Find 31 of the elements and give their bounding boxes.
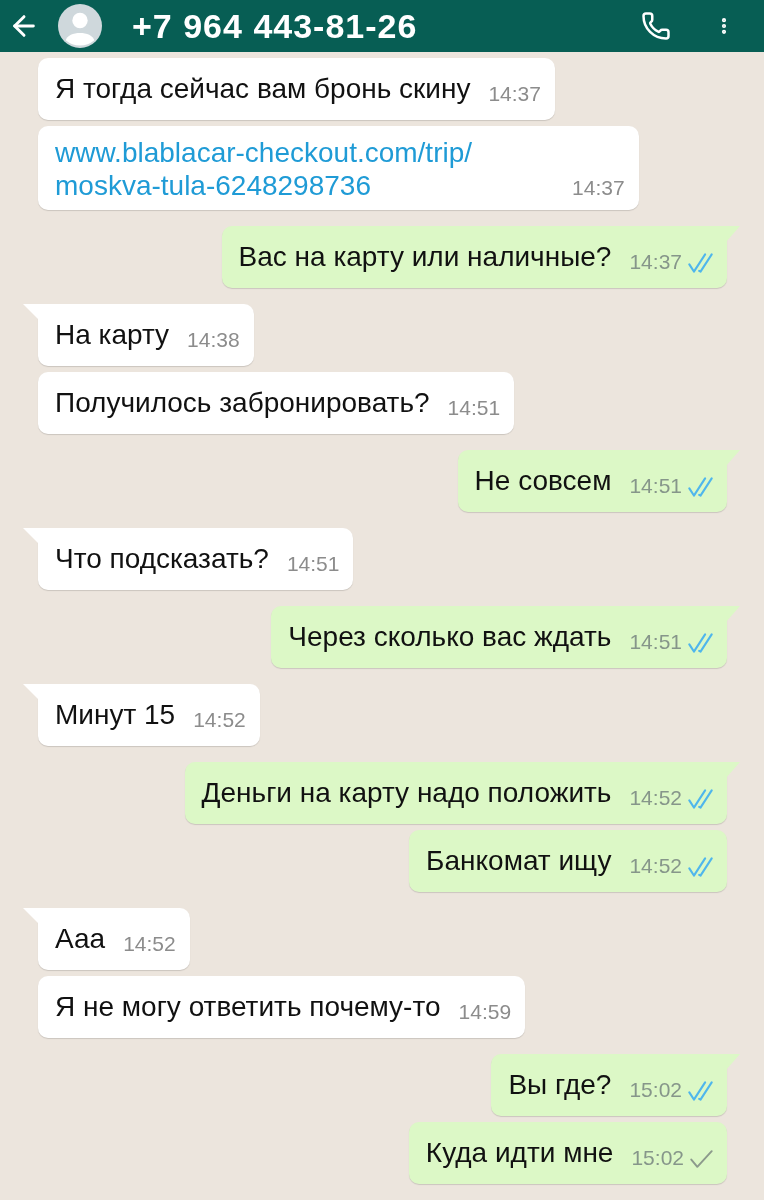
message-text: Деньги на карту надо положить [201, 776, 612, 810]
message-time: 14:37 [629, 249, 682, 275]
message-time: 14:37 [488, 81, 541, 107]
message-text: Вы где? [508, 1068, 612, 1102]
message-text: Минут 15 [55, 698, 176, 732]
message-text: Через сколько вас ждать [288, 620, 612, 654]
avatar-icon[interactable] [58, 4, 102, 48]
message-text: Я не могу ответить почему-то [55, 990, 441, 1024]
message-text: Не совсем [474, 464, 612, 498]
message-time: 14:52 [123, 931, 176, 957]
message-time: 14:37 [572, 175, 625, 201]
message-time: 15:02 [629, 1077, 682, 1103]
message-time: 15:02 [631, 1145, 684, 1171]
message-time: 14:52 [629, 785, 682, 811]
message-text: Вас на карту или наличные? [238, 240, 612, 274]
message-text: На карту [55, 318, 170, 352]
message-text: Получилось забронировать? [55, 386, 430, 420]
message-time: 14:51 [629, 629, 682, 655]
message-text: Ааа [55, 922, 106, 956]
message-text: Банкомат ищу [426, 844, 612, 878]
message-time: 14:51 [629, 473, 682, 499]
message-text: Я тогда сейчас вам бронь скину [55, 72, 471, 106]
message-time: 14:52 [193, 707, 246, 733]
message-time: 14:51 [447, 395, 501, 421]
contact-phone-number[interactable]: +7 964 443-81-26 [132, 6, 418, 46]
message-time: 14:52 [629, 853, 682, 879]
message-time: 14:59 [458, 999, 512, 1025]
message-text: Что подсказать? [55, 542, 269, 576]
message-time: 14:51 [286, 551, 340, 577]
message-time: 14:38 [187, 327, 240, 353]
message-text: Куда идти мне [425, 1136, 614, 1170]
